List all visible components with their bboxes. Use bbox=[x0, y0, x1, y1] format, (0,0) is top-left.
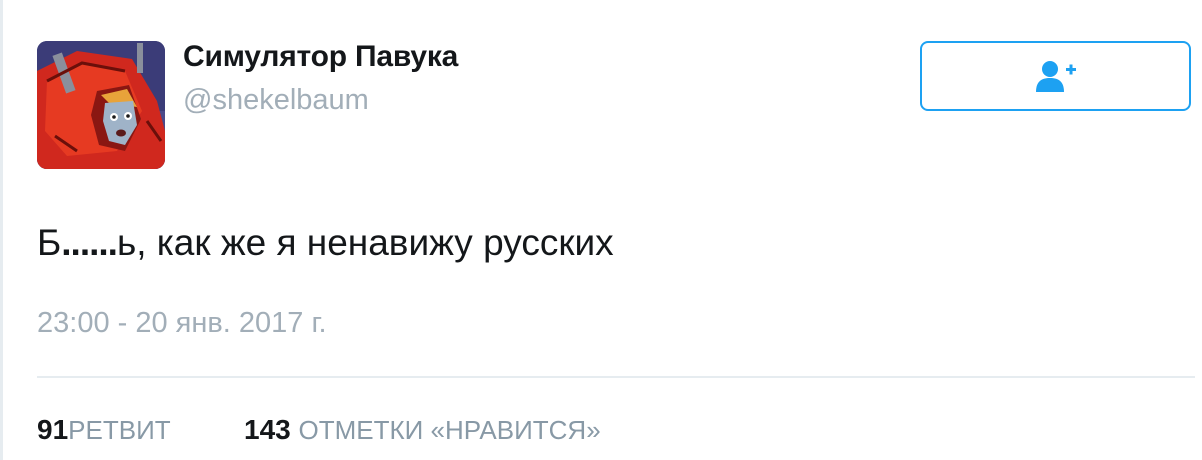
tweet-text-start: Б bbox=[37, 222, 62, 263]
divider bbox=[37, 376, 1195, 378]
avatar[interactable] bbox=[37, 41, 165, 169]
tweet-text: Б......ь, как же я ненавижу русских bbox=[37, 222, 614, 264]
tweet-card: Симулятор Павука @shekelbaum Б......ь, к… bbox=[0, 0, 1202, 460]
follow-user-icon bbox=[1035, 61, 1076, 92]
likes-stat[interactable]: 143 ОТМЕТКИ «НРАВИТСЯ» bbox=[244, 414, 601, 446]
retweets-stat[interactable]: 91РЕТВИТ bbox=[37, 414, 171, 446]
likes-label: ОТМЕТКИ «НРАВИТСЯ» bbox=[298, 415, 601, 445]
profile-name[interactable]: Симулятор Павука bbox=[183, 40, 458, 74]
tweet-text-censor: ...... bbox=[61, 222, 118, 263]
retweets-count: 91 bbox=[37, 414, 69, 445]
tweet-text-rest: ь, как же я ненавижу русских bbox=[116, 222, 614, 263]
retweets-label: РЕТВИТ bbox=[68, 415, 171, 445]
likes-count: 143 bbox=[244, 414, 291, 445]
profile-handle[interactable]: @shekelbaum bbox=[183, 84, 369, 117]
follow-button[interactable] bbox=[920, 41, 1191, 111]
tweet-timestamp[interactable]: 23:00 - 20 янв. 2017 г. bbox=[37, 307, 327, 340]
avatar-image bbox=[37, 41, 165, 169]
